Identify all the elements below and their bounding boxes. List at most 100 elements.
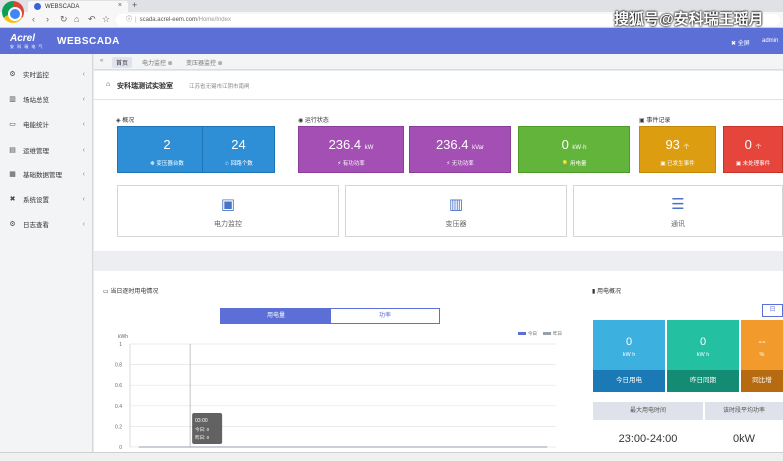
y-tick-label: 0.2 bbox=[115, 424, 122, 430]
card-label: 未处理事件 bbox=[742, 161, 771, 167]
sidebar-item-maintenance[interactable]: ▤ 运维管理 ‹ bbox=[0, 138, 93, 162]
sidebar-item-logs[interactable]: ⚙ 日志查看 ‹ bbox=[0, 212, 93, 236]
app-name: WEBSCADA bbox=[57, 36, 120, 47]
card-value: 236.4 bbox=[328, 137, 362, 152]
new-tab-button[interactable]: + bbox=[132, 0, 137, 10]
fullscreen-button[interactable]: ✖ 全屏 bbox=[731, 38, 750, 47]
tab-transformer-monitor[interactable]: 变压器监控 ⊗ bbox=[186, 58, 223, 67]
page-address: 江苏省无锡市江阴市南闸 bbox=[189, 84, 250, 90]
undo-icon[interactable]: ↶ bbox=[88, 14, 96, 25]
stat-header-avg-power: 该时段平均功率 bbox=[705, 402, 783, 420]
card-label: 无功功率 bbox=[451, 161, 474, 167]
monitor-icon: ⚙ bbox=[9, 71, 16, 78]
tab-home[interactable]: 首页 bbox=[112, 57, 133, 68]
tab-power[interactable]: 功率 bbox=[331, 309, 439, 323]
y-tick-label: 0.4 bbox=[115, 404, 122, 410]
trend-chart: kWh10.80.60.40.2000:0001:0002:0003:0004:… bbox=[115, 330, 562, 456]
back-icon[interactable]: ‹ bbox=[32, 14, 35, 24]
section-label: 事件记录 bbox=[646, 118, 671, 124]
card-circuits[interactable]: 24 ♧ 回路个数 bbox=[202, 126, 275, 173]
log-icon: ⚙ bbox=[9, 221, 16, 228]
sidebar-item-settings[interactable]: ✖ 系统设置 ‹ bbox=[0, 187, 93, 211]
chevron-icon: ‹ bbox=[82, 170, 85, 178]
tab-close-button[interactable]: × bbox=[118, 2, 122, 9]
chevron-icon: ‹ bbox=[82, 220, 85, 228]
tab-energy[interactable]: 用电量 bbox=[221, 309, 331, 323]
home-icon[interactable]: ⌂ bbox=[74, 14, 79, 24]
chart-icon: ▭ bbox=[9, 121, 16, 128]
sidebar-item-label: 运维管理 bbox=[23, 148, 49, 155]
card-energy[interactable]: 0 kW·h 💡 用电量 bbox=[518, 126, 630, 173]
logo-subtitle: 安 科 瑞 电 气 bbox=[10, 44, 44, 49]
nav-transformer[interactable]: ▥ 变压器 bbox=[345, 185, 567, 237]
tooltip-today: 今日: 0 bbox=[195, 426, 210, 433]
card-value: 0 bbox=[561, 137, 569, 152]
usage-value: -- bbox=[758, 336, 766, 348]
usage-label: 昨日同期 bbox=[667, 370, 739, 392]
logo: Acrel bbox=[10, 33, 36, 44]
collapse-icon[interactable]: « bbox=[100, 58, 103, 64]
sidebar: ⚙ 实时监控 ‹ ▥ 场站总览 ‹ ▭ 电能统计 ‹ ▤ 运维管理 ‹ ▦ 基础数据管理 ‹ ✖ 系统… bbox=[0, 54, 93, 461]
breadcrumb: « 首页 电力监控 ⊗ 变压器监控 ⊗ bbox=[94, 54, 783, 70]
card-events-total[interactable]: 93 个 ▣ 已发生事件 bbox=[639, 126, 716, 173]
bulb-icon: 💡 bbox=[561, 161, 570, 167]
section-running: ◉ 运行状态 bbox=[298, 115, 329, 124]
sidebar-item-label: 实时监控 bbox=[23, 72, 49, 79]
sidebar-item-label: 日志查看 bbox=[23, 222, 49, 229]
divider bbox=[94, 99, 783, 100]
chevron-icon: ‹ bbox=[82, 95, 85, 103]
card-active-power[interactable]: 236.4 kW ⚡ 有功功率 bbox=[298, 126, 404, 173]
card-events-unhandled[interactable]: 0 个 ▣ 未处理事件 bbox=[723, 126, 783, 173]
user-menu[interactable]: admin bbox=[762, 38, 778, 44]
card-unit: 个 bbox=[683, 145, 690, 151]
sidebar-item-realtime[interactable]: ⚙ 实时监控 ‹ bbox=[0, 62, 93, 86]
section-overview: ◈ 概况 bbox=[116, 115, 134, 124]
stat-header-max-time: 最大用电时间 bbox=[593, 402, 703, 420]
tab-title: WEBSCADA bbox=[45, 3, 80, 10]
section-events: ▣ 事件记录 bbox=[639, 115, 670, 124]
card-label: 用电量 bbox=[569, 161, 587, 167]
tab-power-monitor[interactable]: 电力监控 ⊗ bbox=[142, 58, 173, 67]
card-label: 回路个数 bbox=[230, 161, 253, 167]
settings-icon: ✖ bbox=[9, 196, 16, 203]
y-tick-label: 0.6 bbox=[115, 383, 122, 389]
status-icon: ◉ bbox=[298, 118, 305, 124]
browser-tab[interactable]: WEBSCADA × bbox=[28, 1, 128, 12]
nav-power-monitor[interactable]: ▣ 电力监控 bbox=[117, 185, 339, 237]
sidebar-item-basedata[interactable]: ▦ 基础数据管理 ‹ bbox=[0, 162, 93, 186]
sidebar-item-energy[interactable]: ▭ 电能统计 ‹ bbox=[0, 112, 93, 136]
fullscreen-icon: ✖ bbox=[731, 41, 738, 47]
building-icon: ▥ bbox=[9, 96, 16, 103]
page-title: 安科瑞测试实验室 bbox=[117, 83, 173, 90]
usage-card-yoy: -- % 同比增 bbox=[741, 320, 783, 392]
sidebar-item-station[interactable]: ▥ 场站总览 ‹ bbox=[0, 87, 93, 111]
tooltip-time: 03:00 bbox=[195, 418, 208, 424]
chevron-icon: ‹ bbox=[82, 146, 85, 154]
nav-label: 变压器 bbox=[445, 221, 467, 228]
sidebar-item-label: 系统设置 bbox=[23, 197, 49, 204]
tooltip-yesterday: 昨日: 0 bbox=[195, 434, 210, 441]
browser-logo-icon bbox=[2, 1, 24, 23]
monitor-icon: ▣ bbox=[220, 196, 236, 213]
y-tick-label: 1 bbox=[119, 342, 122, 348]
forward-icon[interactable]: › bbox=[46, 14, 49, 24]
wrench-icon: ▤ bbox=[9, 147, 16, 154]
card-value: 0 bbox=[744, 137, 752, 152]
usage-label: 同比增 bbox=[741, 370, 783, 392]
bookmark-star-icon[interactable]: ☆ bbox=[102, 14, 110, 25]
fullscreen-label: 全屏 bbox=[737, 41, 750, 47]
watermark: 搜狐号@安科瑞王瑶月 bbox=[614, 11, 764, 28]
sidebar-item-label: 电能统计 bbox=[23, 122, 49, 129]
chevron-icon: ‹ bbox=[82, 120, 85, 128]
horizontal-scrollbar[interactable] bbox=[0, 452, 783, 461]
reload-icon[interactable]: ↻ bbox=[60, 14, 68, 25]
usage-value: 0 bbox=[699, 336, 707, 348]
card-label: 变压器台数 bbox=[156, 161, 184, 167]
card-reactive-power[interactable]: 236.4 kVar ⚡ 无功功率 bbox=[409, 126, 511, 173]
url-host: scada.acrel-eem.com bbox=[139, 17, 197, 23]
usage-card-today: 0 kW h 今日用电 bbox=[593, 320, 665, 392]
nav-communication[interactable]: ☰ 通讯 bbox=[573, 185, 783, 237]
range-day-button[interactable]: 日 bbox=[762, 304, 783, 317]
card-unit: kVar bbox=[472, 145, 485, 151]
home-icon: ⌂ bbox=[106, 81, 111, 88]
